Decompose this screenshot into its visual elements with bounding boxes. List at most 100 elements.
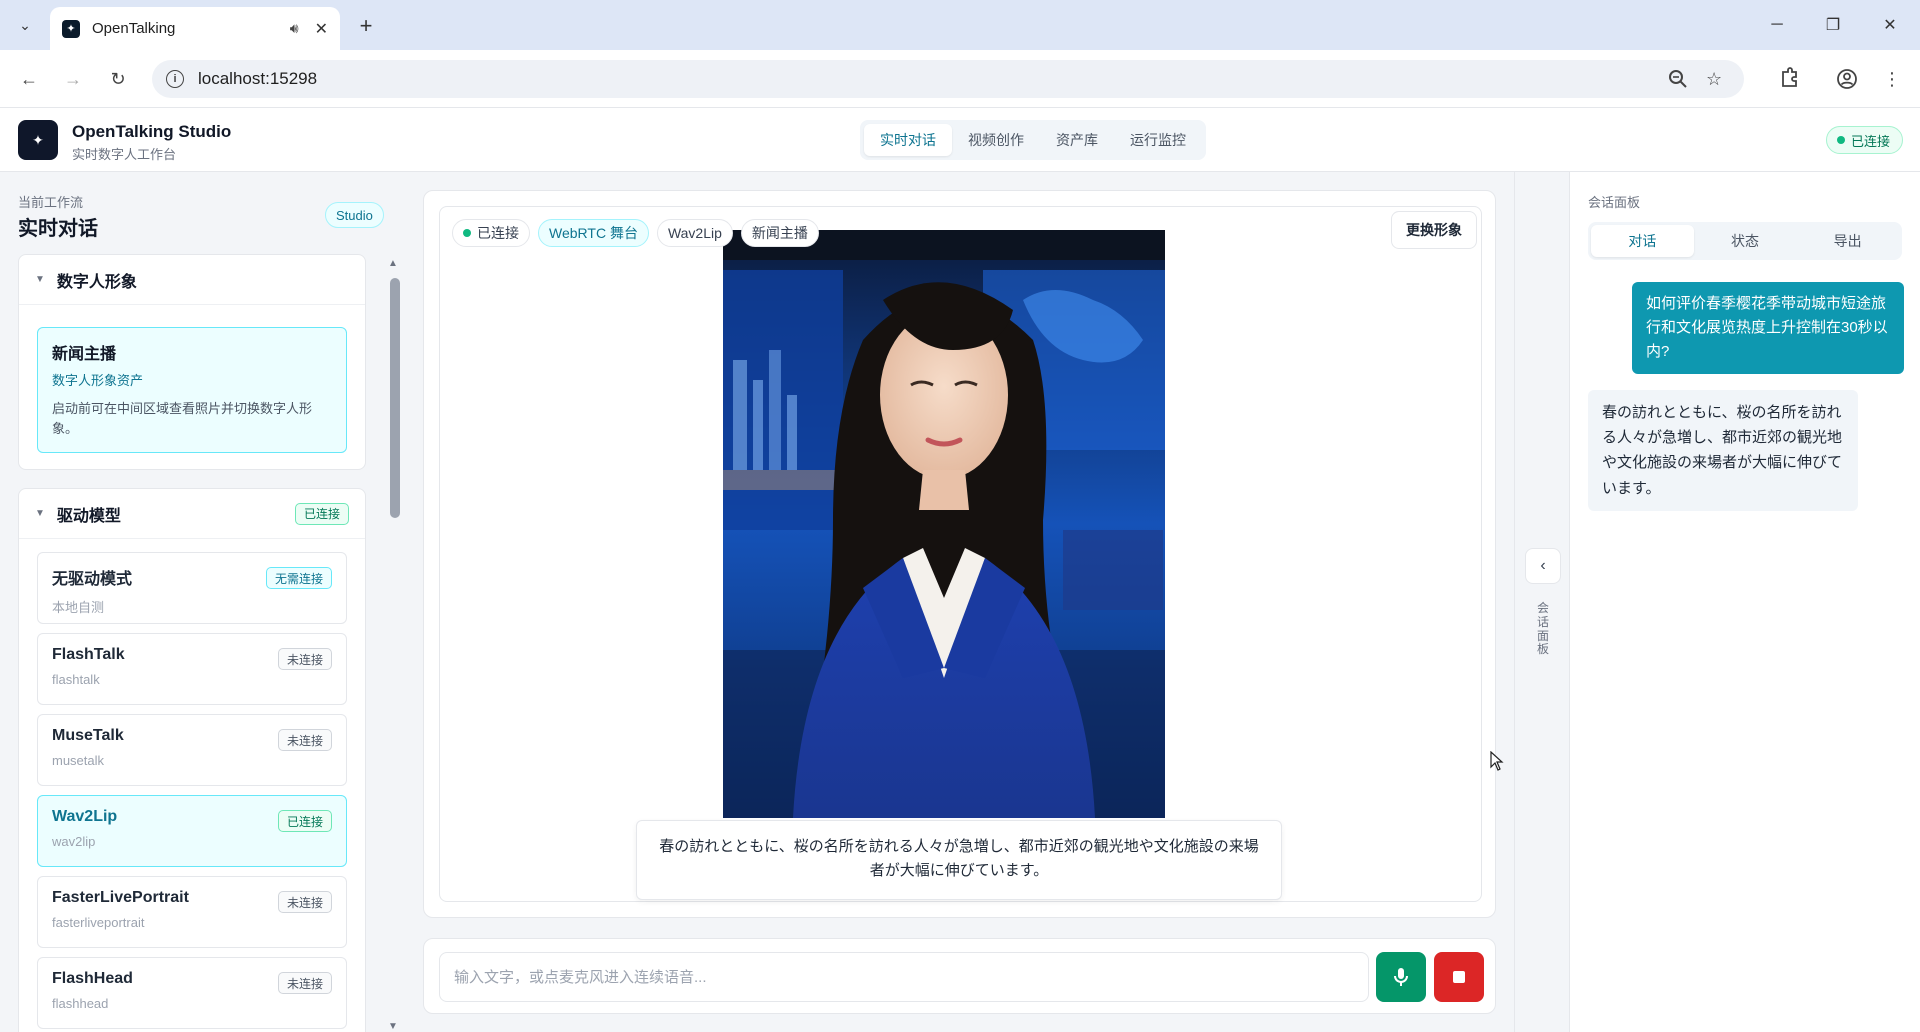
model-item-fasterliveportrait[interactable]: FasterLivePortrait fasterliveportrait 未连… bbox=[37, 876, 347, 948]
model-id: flashhead bbox=[52, 996, 109, 1011]
chip-avatar: 新闻主播 bbox=[740, 219, 819, 247]
left-sidebar: 当前工作流 实时对话 Studio ▼ 数字人形象 新闻主播 数字人形象资产 启… bbox=[0, 172, 410, 1032]
model-item-flashtalk[interactable]: FlashTalk flashtalk 未连接 bbox=[37, 633, 347, 705]
message-input-bar bbox=[423, 938, 1496, 1014]
session-panel-label: 会话面板 bbox=[1588, 195, 1641, 210]
avatar-section-title: 数字人形象 bbox=[56, 273, 137, 291]
model-id: 本地自测 bbox=[52, 600, 105, 615]
scroll-down-icon[interactable]: ▼ bbox=[388, 1021, 398, 1032]
user-message: 如何评价春季樱花季带动城市短途旅行和文化展览热度上升控制在30秒以内? bbox=[1632, 282, 1904, 374]
model-status-badge: 未连接 bbox=[277, 891, 332, 913]
avatar-card-description: 启动前可在中间区域查看照片并切换数字人形象。 bbox=[52, 401, 313, 437]
swap-avatar-button[interactable]: 更换形象 bbox=[1391, 211, 1477, 249]
workflow-title: 实时对话 bbox=[18, 218, 98, 240]
restore-icon[interactable]: ❐ bbox=[1813, 10, 1853, 40]
main-nav: 实时对话 视频创作 资产库 运行监控 bbox=[860, 120, 1206, 160]
model-section: ▼ 驱动模型 已连接 无驱动模式 本地自测 无需连接 FlashTalk fla… bbox=[18, 488, 366, 1032]
avatar-section-header[interactable]: ▼ 数字人形象 bbox=[19, 255, 365, 305]
collapse-caret-icon[interactable]: ▼ bbox=[35, 508, 45, 519]
model-item-no-driver[interactable]: 无驱动模式 本地自测 无需连接 bbox=[37, 552, 347, 624]
chevron-left-icon: ‹ bbox=[1540, 557, 1546, 574]
model-id: flashtalk bbox=[52, 672, 100, 687]
app-subtitle: 实时数字人工作台 bbox=[72, 147, 177, 162]
model-status-badge: 无需连接 bbox=[265, 567, 332, 589]
workflow-label: 当前工作流 bbox=[18, 195, 84, 210]
forward-icon[interactable]: → bbox=[58, 64, 88, 94]
model-status-badge: 已连接 bbox=[277, 810, 332, 832]
model-section-title: 驱动模型 bbox=[56, 507, 121, 525]
profile-icon[interactable] bbox=[1832, 64, 1862, 94]
left-scrollbar[interactable]: ▲ ▼ bbox=[388, 258, 400, 1032]
new-tab-icon[interactable]: + bbox=[352, 12, 380, 40]
connection-status-badge: 已连接 bbox=[1825, 126, 1903, 154]
menu-kebab-icon[interactable]: ⋮ bbox=[1877, 64, 1907, 94]
stage-chips: 已连接 WebRTC 舞台 Wav2Lip 新闻主播 bbox=[452, 219, 819, 247]
session-panel: 会话面板 对话 状态 导出 如何评价春季樱花季带动城市短途旅行和文化展览热度上升… bbox=[1570, 172, 1920, 1032]
app-logo-icon: ✦ bbox=[18, 120, 58, 160]
connection-status-text: 已连接 bbox=[1850, 133, 1890, 149]
tab-title: OpenTalking bbox=[92, 20, 176, 37]
stop-button[interactable] bbox=[1434, 952, 1484, 1002]
mouse-cursor-icon bbox=[1490, 751, 1504, 771]
tab-export[interactable]: 导出 bbox=[1796, 225, 1899, 257]
speaker-icon[interactable]: 🔊︎ bbox=[290, 20, 299, 37]
back-icon[interactable]: ← bbox=[14, 64, 44, 94]
scroll-thumb[interactable] bbox=[390, 278, 400, 518]
mic-button[interactable] bbox=[1376, 952, 1426, 1002]
extensions-icon[interactable] bbox=[1774, 64, 1804, 94]
model-item-flashhead[interactable]: FlashHead flashhead 未连接 bbox=[37, 957, 347, 1029]
studio-badge: Studio bbox=[325, 202, 384, 228]
live-subtitle: 春の訪れとともに、桜の名所を訪れる人々が急増し、都市近郊の観光地や文化施設の来場… bbox=[636, 820, 1282, 900]
chip-model: Wav2Lip bbox=[656, 219, 733, 247]
avatar-card[interactable]: 新闻主播 数字人形象资产 启动前可在中间区域查看照片并切换数字人形象。 bbox=[37, 327, 347, 453]
status-dot-icon bbox=[463, 229, 471, 237]
model-id: fasterliveportrait bbox=[52, 915, 145, 930]
close-window-icon[interactable]: ✕ bbox=[1870, 10, 1910, 40]
message-input[interactable] bbox=[439, 952, 1369, 1002]
model-section-header[interactable]: ▼ 驱动模型 已连接 bbox=[19, 489, 365, 539]
app-title: OpenTalking Studio bbox=[72, 122, 232, 141]
avatar-section: ▼ 数字人形象 新闻主播 数字人形象资产 启动前可在中间区域查看照片并切换数字人… bbox=[18, 254, 366, 470]
reload-icon[interactable]: ↻ bbox=[103, 64, 133, 94]
tab-search-dropdown-icon[interactable]: ⌄ bbox=[10, 12, 40, 38]
tab-chat[interactable]: 对话 bbox=[1591, 225, 1694, 257]
model-status-badge: 未连接 bbox=[277, 972, 332, 994]
address-bar[interactable]: i localhost:15298 ☆ bbox=[152, 60, 1744, 98]
collapse-caret-icon[interactable]: ▼ bbox=[35, 274, 45, 285]
stop-icon bbox=[1453, 971, 1465, 983]
app-header: ✦ OpenTalking Studio 实时数字人工作台 实时对话 视频创作 … bbox=[0, 108, 1920, 172]
model-item-musetalk[interactable]: MuseTalk musetalk 未连接 bbox=[37, 714, 347, 786]
bookmark-star-icon[interactable]: ☆ bbox=[1706, 69, 1722, 90]
avatar-video bbox=[723, 230, 1165, 818]
model-id: wav2lip bbox=[52, 834, 96, 849]
model-status-badge: 未连接 bbox=[277, 648, 332, 670]
avatar-card-subtitle: 数字人形象资产 bbox=[52, 373, 144, 388]
model-status-badge: 未连接 bbox=[277, 729, 332, 751]
status-dot-icon bbox=[1836, 136, 1845, 144]
model-item-wav2lip[interactable]: Wav2Lip wav2lip 已连接 bbox=[37, 795, 347, 867]
close-tab-icon[interactable]: ✕ bbox=[315, 19, 328, 39]
collapse-panel-button[interactable]: ‹ bbox=[1525, 548, 1561, 584]
browser-toolbar: ← → ↻ i localhost:15298 ☆ ⋮ bbox=[0, 50, 1920, 108]
site-info-icon[interactable]: i bbox=[166, 70, 184, 88]
tab-asset-library[interactable]: 资产库 bbox=[1040, 124, 1114, 156]
news-anchor-image bbox=[723, 230, 1165, 818]
chip-connected: 已连接 bbox=[452, 219, 530, 247]
model-id: musetalk bbox=[52, 753, 105, 768]
tab-monitoring[interactable]: 运行监控 bbox=[1114, 124, 1202, 156]
model-section-status-badge: 已连接 bbox=[294, 502, 349, 525]
avatar-card-title: 新闻主播 bbox=[52, 346, 117, 363]
session-tabs: 对话 状态 导出 bbox=[1588, 222, 1902, 260]
microphone-icon bbox=[1394, 968, 1408, 986]
panel-collapse-strip: ‹ 会话面板 bbox=[1514, 172, 1570, 1032]
zoom-icon[interactable] bbox=[1668, 69, 1688, 89]
chip-connected-label: 已连接 bbox=[477, 225, 519, 241]
tab-status[interactable]: 状态 bbox=[1694, 225, 1797, 257]
chip-webrtc: WebRTC 舞台 bbox=[538, 219, 649, 247]
scroll-up-icon[interactable]: ▲ bbox=[388, 258, 398, 269]
tab-realtime-chat[interactable]: 实时对话 bbox=[864, 124, 952, 156]
minimize-icon[interactable]: ─ bbox=[1757, 10, 1797, 40]
url-text[interactable]: localhost:15298 bbox=[198, 69, 317, 89]
tab-video-creation[interactable]: 视频创作 bbox=[952, 124, 1040, 156]
browser-tab[interactable]: ✦ OpenTalking 🔊︎ ✕ bbox=[50, 7, 340, 50]
